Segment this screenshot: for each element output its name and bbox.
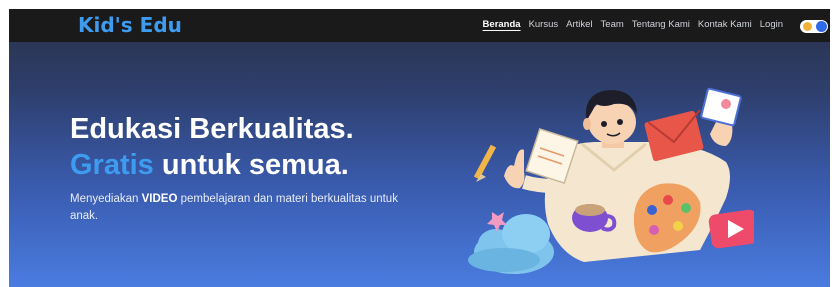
nav-menu: Beranda Kursus Artikel Team Tentang Kami… <box>483 19 783 30</box>
page-frame: Kid's Edu Beranda Kursus Artikel Team Te… <box>9 9 830 287</box>
nav-item-beranda[interactable]: Beranda <box>483 19 521 30</box>
hero-title-line1: Edukasi Berkualitas. <box>70 113 354 145</box>
hero-title-rest: untuk semua. <box>153 149 349 181</box>
sun-icon <box>803 22 812 31</box>
pencil-icon <box>473 144 497 182</box>
navbar: Kid's Edu Beranda Kursus Artikel Team Te… <box>9 9 830 42</box>
hero-desc-before: Menyediakan <box>70 193 142 205</box>
nav-item-login[interactable]: Login <box>760 19 783 30</box>
hero-illustration <box>468 87 754 274</box>
nav-item-artikel[interactable]: Artikel <box>566 19 592 30</box>
hero-description: Menyediakan VIDEO pembelajaran dan mater… <box>70 191 410 225</box>
hero-title-highlight: Gratis <box>70 149 154 181</box>
hero-title-line2: Gratis untuk semua. <box>70 149 349 182</box>
toggle-knob <box>816 21 827 32</box>
nav-item-kursus[interactable]: Kursus <box>529 19 559 30</box>
nav-item-team[interactable]: Team <box>601 19 624 30</box>
cloud-icon <box>468 214 554 274</box>
hero-desc-bold: VIDEO <box>141 193 178 205</box>
nav-item-tentang-kami[interactable]: Tentang Kami <box>632 19 690 30</box>
picture-card-icon <box>700 87 742 127</box>
nav-item-kontak-kami[interactable]: Kontak Kami <box>698 19 752 30</box>
theme-toggle[interactable] <box>800 20 828 33</box>
brand-logo[interactable]: Kid's Edu <box>78 13 182 37</box>
play-button-icon <box>708 209 754 249</box>
